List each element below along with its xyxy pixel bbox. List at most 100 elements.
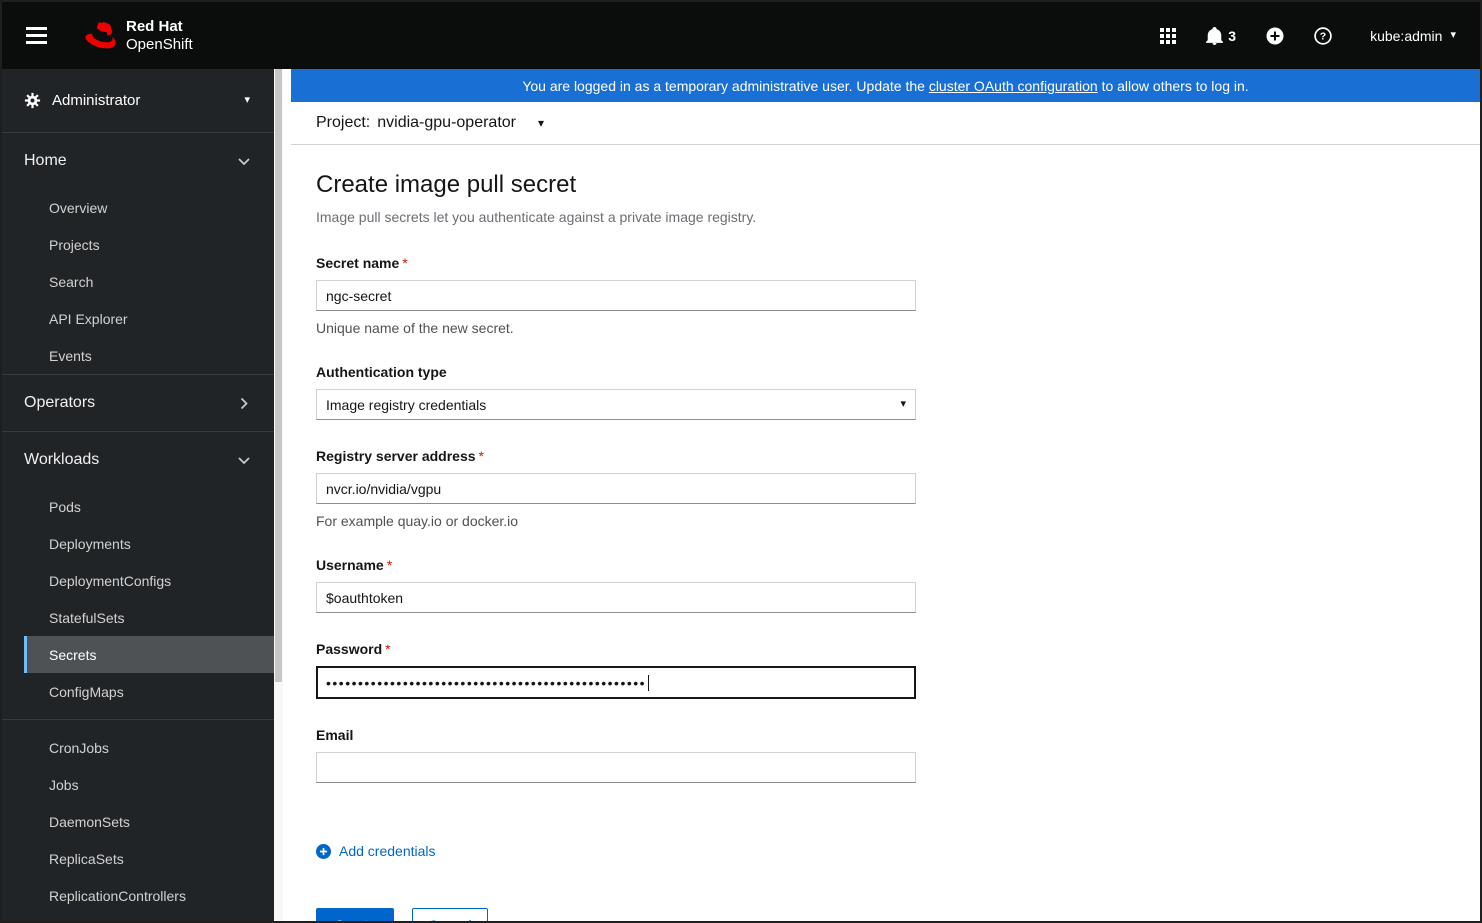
cluster-oauth-link[interactable]: cluster OAuth configuration	[929, 78, 1098, 94]
sidebar-item-projects[interactable]: Projects	[2, 226, 274, 263]
caret-down-icon: ▾	[244, 94, 250, 106]
required-asterisk: *	[478, 448, 484, 464]
required-asterisk: *	[402, 255, 408, 271]
sidebar-scrollbar[interactable]	[274, 69, 283, 921]
nav-item-label: Events	[49, 347, 92, 364]
nav-item-label: Search	[49, 273, 94, 290]
nav-item-label: Secrets	[49, 646, 97, 663]
openshift-console-window: Red Hat OpenShift 3 ? kube:admin ▾ Admin…	[0, 0, 1482, 923]
gear-icon	[24, 92, 41, 109]
chevron-right-icon	[240, 397, 248, 409]
sidebar-item-deployments[interactable]: Deployments	[2, 525, 274, 562]
help-button[interactable]: ?	[1314, 26, 1332, 45]
quick-create-button[interactable]	[1266, 27, 1284, 45]
brand-line2: OpenShift	[126, 35, 193, 53]
page-subtitle: Image pull secrets let you authenticate …	[316, 209, 757, 225]
username-label: Username *	[316, 557, 1480, 573]
notifications-button[interactable]: 3	[1206, 26, 1236, 45]
create-button[interactable]: Create	[316, 907, 395, 921]
registry-address-help: For example quay.io or docker.io	[316, 513, 519, 529]
nav-item-label: API Explorer	[49, 310, 128, 327]
username-input[interactable]	[316, 582, 916, 613]
sidebar-item-replicasets[interactable]: ReplicaSets	[2, 840, 274, 877]
nav-item-label: ReplicationControllers	[49, 887, 186, 904]
selected-option: Image registry credentials	[326, 396, 487, 413]
field-label-text: Authentication type	[316, 364, 447, 380]
password-masked-value: ••••••••••••••••••••••••••••••••••••••••…	[326, 674, 647, 691]
nav-header-workloads[interactable]: Workloads	[2, 432, 274, 488]
nav-item-label: StatefulSets	[49, 609, 125, 626]
project-selector[interactable]: Project: nvidia-gpu-operator ▾	[291, 102, 1480, 145]
registry-address-group: Registry server address* For example qua…	[316, 448, 1480, 529]
field-label-text: Username	[316, 557, 384, 573]
text-cursor	[648, 674, 650, 691]
required-asterisk: *	[386, 557, 393, 573]
banner-text: You are logged in as a temporary adminis…	[522, 78, 1248, 94]
add-credentials-link[interactable]: Add credentials	[316, 843, 436, 859]
sidebar-item-events[interactable]: Events	[2, 337, 274, 374]
banner-text-prefix: You are logged in as a temporary adminis…	[522, 77, 929, 94]
sidebar-item-replicationcontrollers[interactable]: ReplicationControllers	[2, 877, 274, 914]
sidebar-item-statefulsets[interactable]: StatefulSets	[2, 599, 274, 636]
sidebar-item-secrets[interactable]: Secrets	[24, 636, 274, 673]
form-actions: Create Cancel	[316, 907, 1480, 921]
chevron-down-icon	[238, 157, 250, 165]
redhat-fedora-icon	[85, 22, 116, 49]
sidebar: Administrator ▾ Home Overview Projects S…	[2, 69, 274, 921]
page-title: Create image pull secret	[316, 171, 577, 198]
sidebar-item-deploymentconfigs[interactable]: DeploymentConfigs	[2, 562, 274, 599]
sidebar-item-api-explorer[interactable]: API Explorer	[2, 300, 274, 337]
secret-name-help: Unique name of the new secret.	[316, 320, 514, 336]
project-label: Project:	[316, 114, 371, 131]
nav-item-label: Deployments	[49, 535, 131, 552]
nav-item-label: Projects	[49, 236, 100, 253]
brand-line1: Red Hat	[126, 17, 183, 35]
nav-item-label: DaemonSets	[49, 813, 130, 830]
nav-section-operators: Operators	[2, 374, 274, 431]
field-label-text: Secret name	[316, 255, 400, 271]
masthead-toolbar: 3 ? kube:admin ▾	[1160, 26, 1456, 45]
authentication-type-select[interactable]: Image registry credentials ▾	[316, 389, 916, 420]
user-menu-label: kube:admin	[1370, 27, 1443, 44]
nav-header-label: Operators	[24, 394, 96, 411]
nav-header-operators[interactable]: Operators	[2, 375, 274, 431]
nav-header-home[interactable]: Home	[2, 133, 274, 189]
password-label: Password *	[316, 641, 1480, 657]
nav-item-label: DeploymentConfigs	[49, 572, 172, 589]
secret-name-input[interactable]	[316, 280, 916, 311]
nav-section-workloads: Workloads Pods Deployments DeploymentCon…	[2, 431, 274, 914]
user-menu[interactable]: kube:admin ▾	[1370, 28, 1456, 44]
sidebar-item-pods[interactable]: Pods	[2, 488, 274, 525]
required-asterisk: *	[385, 641, 391, 657]
password-group: Password * ••••••••••••••••••••••••••••••…	[316, 641, 1480, 699]
sidebar-item-cronjobs[interactable]: CronJobs	[2, 729, 274, 766]
sidebar-item-daemonsets[interactable]: DaemonSets	[2, 803, 274, 840]
authentication-type-label: Authentication type	[316, 364, 1480, 380]
nav-item-label: Pods	[49, 498, 81, 515]
sidebar-item-jobs[interactable]: Jobs	[2, 766, 274, 803]
email-input[interactable]	[316, 752, 916, 783]
svg-text:?: ?	[1320, 30, 1326, 42]
bell-icon	[1206, 26, 1224, 45]
sidebar-item-search[interactable]: Search	[2, 263, 274, 300]
caret-down-icon: ▾	[900, 398, 906, 410]
sidebar-item-overview[interactable]: Overview	[2, 189, 274, 226]
menu-toggle-icon[interactable]	[26, 27, 47, 44]
redhat-openshift-logo[interactable]: Red Hat OpenShift	[85, 18, 193, 54]
sidebar-item-configmaps[interactable]: ConfigMaps	[2, 673, 274, 710]
create-secret-form: Secret name* Unique name of the new secr…	[316, 255, 1480, 783]
password-input[interactable]: ••••••••••••••••••••••••••••••••••••••••…	[316, 666, 916, 699]
cancel-button[interactable]: Cancel	[412, 907, 488, 921]
secret-name-group: Secret name* Unique name of the new secr…	[316, 255, 1480, 336]
create-secret-page: Create image pull secret Image pull secr…	[291, 145, 1480, 921]
field-label-text: Registry server address	[316, 448, 476, 464]
question-circle-icon: ?	[1314, 26, 1332, 45]
app-launcher-icon[interactable]	[1160, 27, 1177, 44]
field-label-text: Password	[316, 641, 383, 657]
login-banner: You are logged in as a temporary adminis…	[291, 69, 1480, 102]
registry-address-input[interactable]	[316, 473, 916, 504]
perspective-switcher[interactable]: Administrator ▾	[2, 69, 274, 133]
scrollbar-thumb[interactable]	[275, 69, 282, 683]
registry-address-label: Registry server address *	[316, 448, 1480, 464]
masthead: Red Hat OpenShift 3 ? kube:admin ▾	[2, 2, 1480, 69]
